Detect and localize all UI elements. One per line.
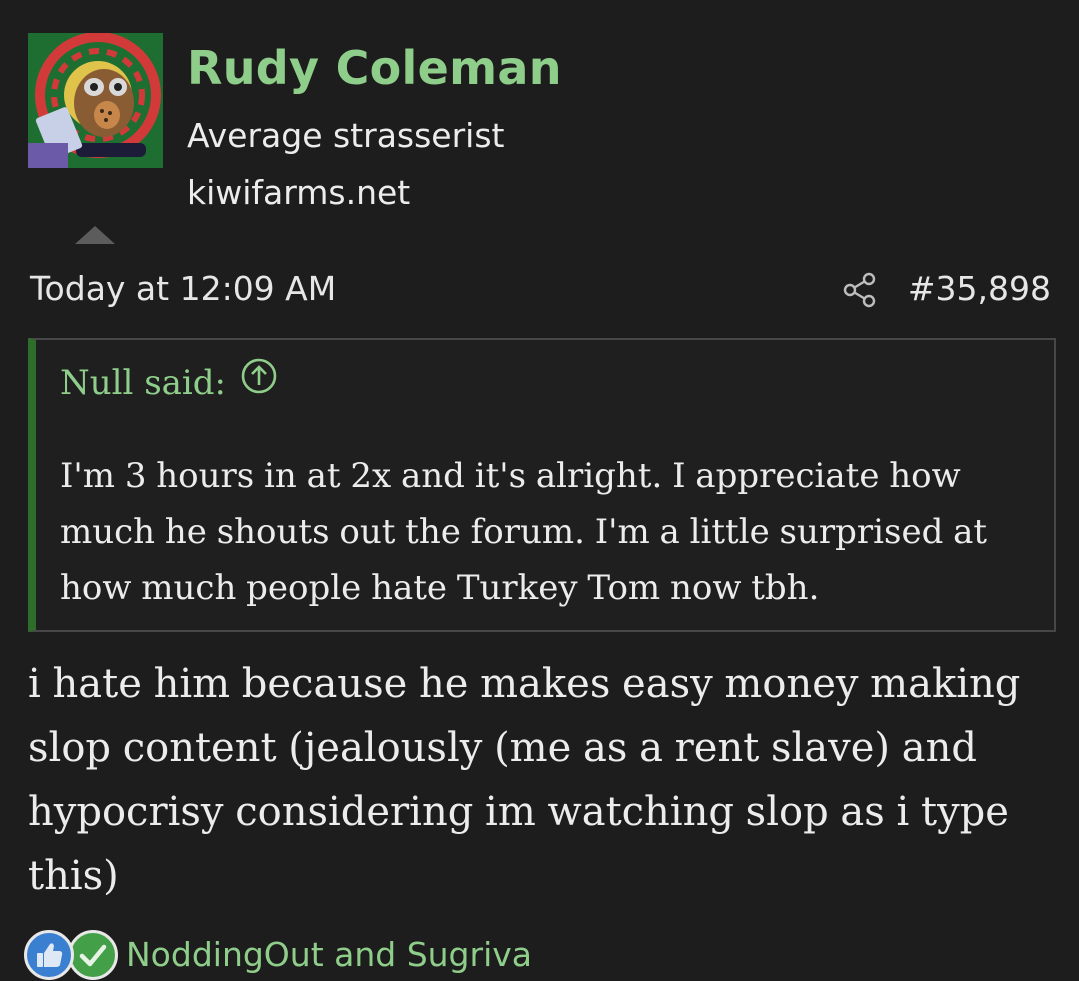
post-meta-bar: Today at 12:09 AM #35,898 <box>0 244 1079 334</box>
quote-line: much he shouts out the forum. I'm a litt… <box>60 512 988 552</box>
arrow-up-circle-icon[interactable] <box>240 357 278 407</box>
post-body-line: i hate him because he makes easy money m… <box>28 661 1021 707</box>
post-body-line: this) <box>28 853 119 899</box>
quote-text: I'm 3 hours in at 2x and it's alright. I… <box>60 448 1050 616</box>
caret-up-icon <box>75 226 115 244</box>
quote-line: I'm 3 hours in at 2x and it's alright. I… <box>60 456 961 496</box>
post-body-line: hypocrisy considering im watching slop a… <box>28 789 1009 835</box>
quote-line: how much people hate Turkey Tom now tbh. <box>60 568 820 608</box>
quote-header[interactable]: Null said: <box>60 357 278 407</box>
reactions-bar: NoddingOut and Sugriva <box>24 930 724 980</box>
post-number-link[interactable]: #35,898 <box>908 266 1051 312</box>
post-date-link[interactable]: Today at 12:09 AM <box>30 266 336 312</box>
agree-reaction-icon[interactable] <box>68 930 118 980</box>
user-title: Average strasserist <box>187 116 505 155</box>
username-link[interactable]: Rudy Coleman <box>187 38 562 98</box>
avatar-image <box>28 33 163 168</box>
user-avatar[interactable] <box>28 33 163 168</box>
like-reaction-icon[interactable] <box>24 930 74 980</box>
forum-post: Rudy Coleman Average strasserist kiwifar… <box>0 0 1079 981</box>
post-body-line: slop content (jealously (me as a rent sl… <box>28 725 977 771</box>
user-site: kiwifarms.net <box>187 173 411 212</box>
post-body-text: i hate him because he makes easy money m… <box>28 652 1063 908</box>
share-icon[interactable] <box>843 272 877 308</box>
reaction-users-link[interactable]: NoddingOut and Sugriva <box>126 932 532 978</box>
quote-author-label: Null said: <box>60 363 227 403</box>
quote-block: Null said: I'm 3 hours in at 2x and it's… <box>28 338 1056 632</box>
